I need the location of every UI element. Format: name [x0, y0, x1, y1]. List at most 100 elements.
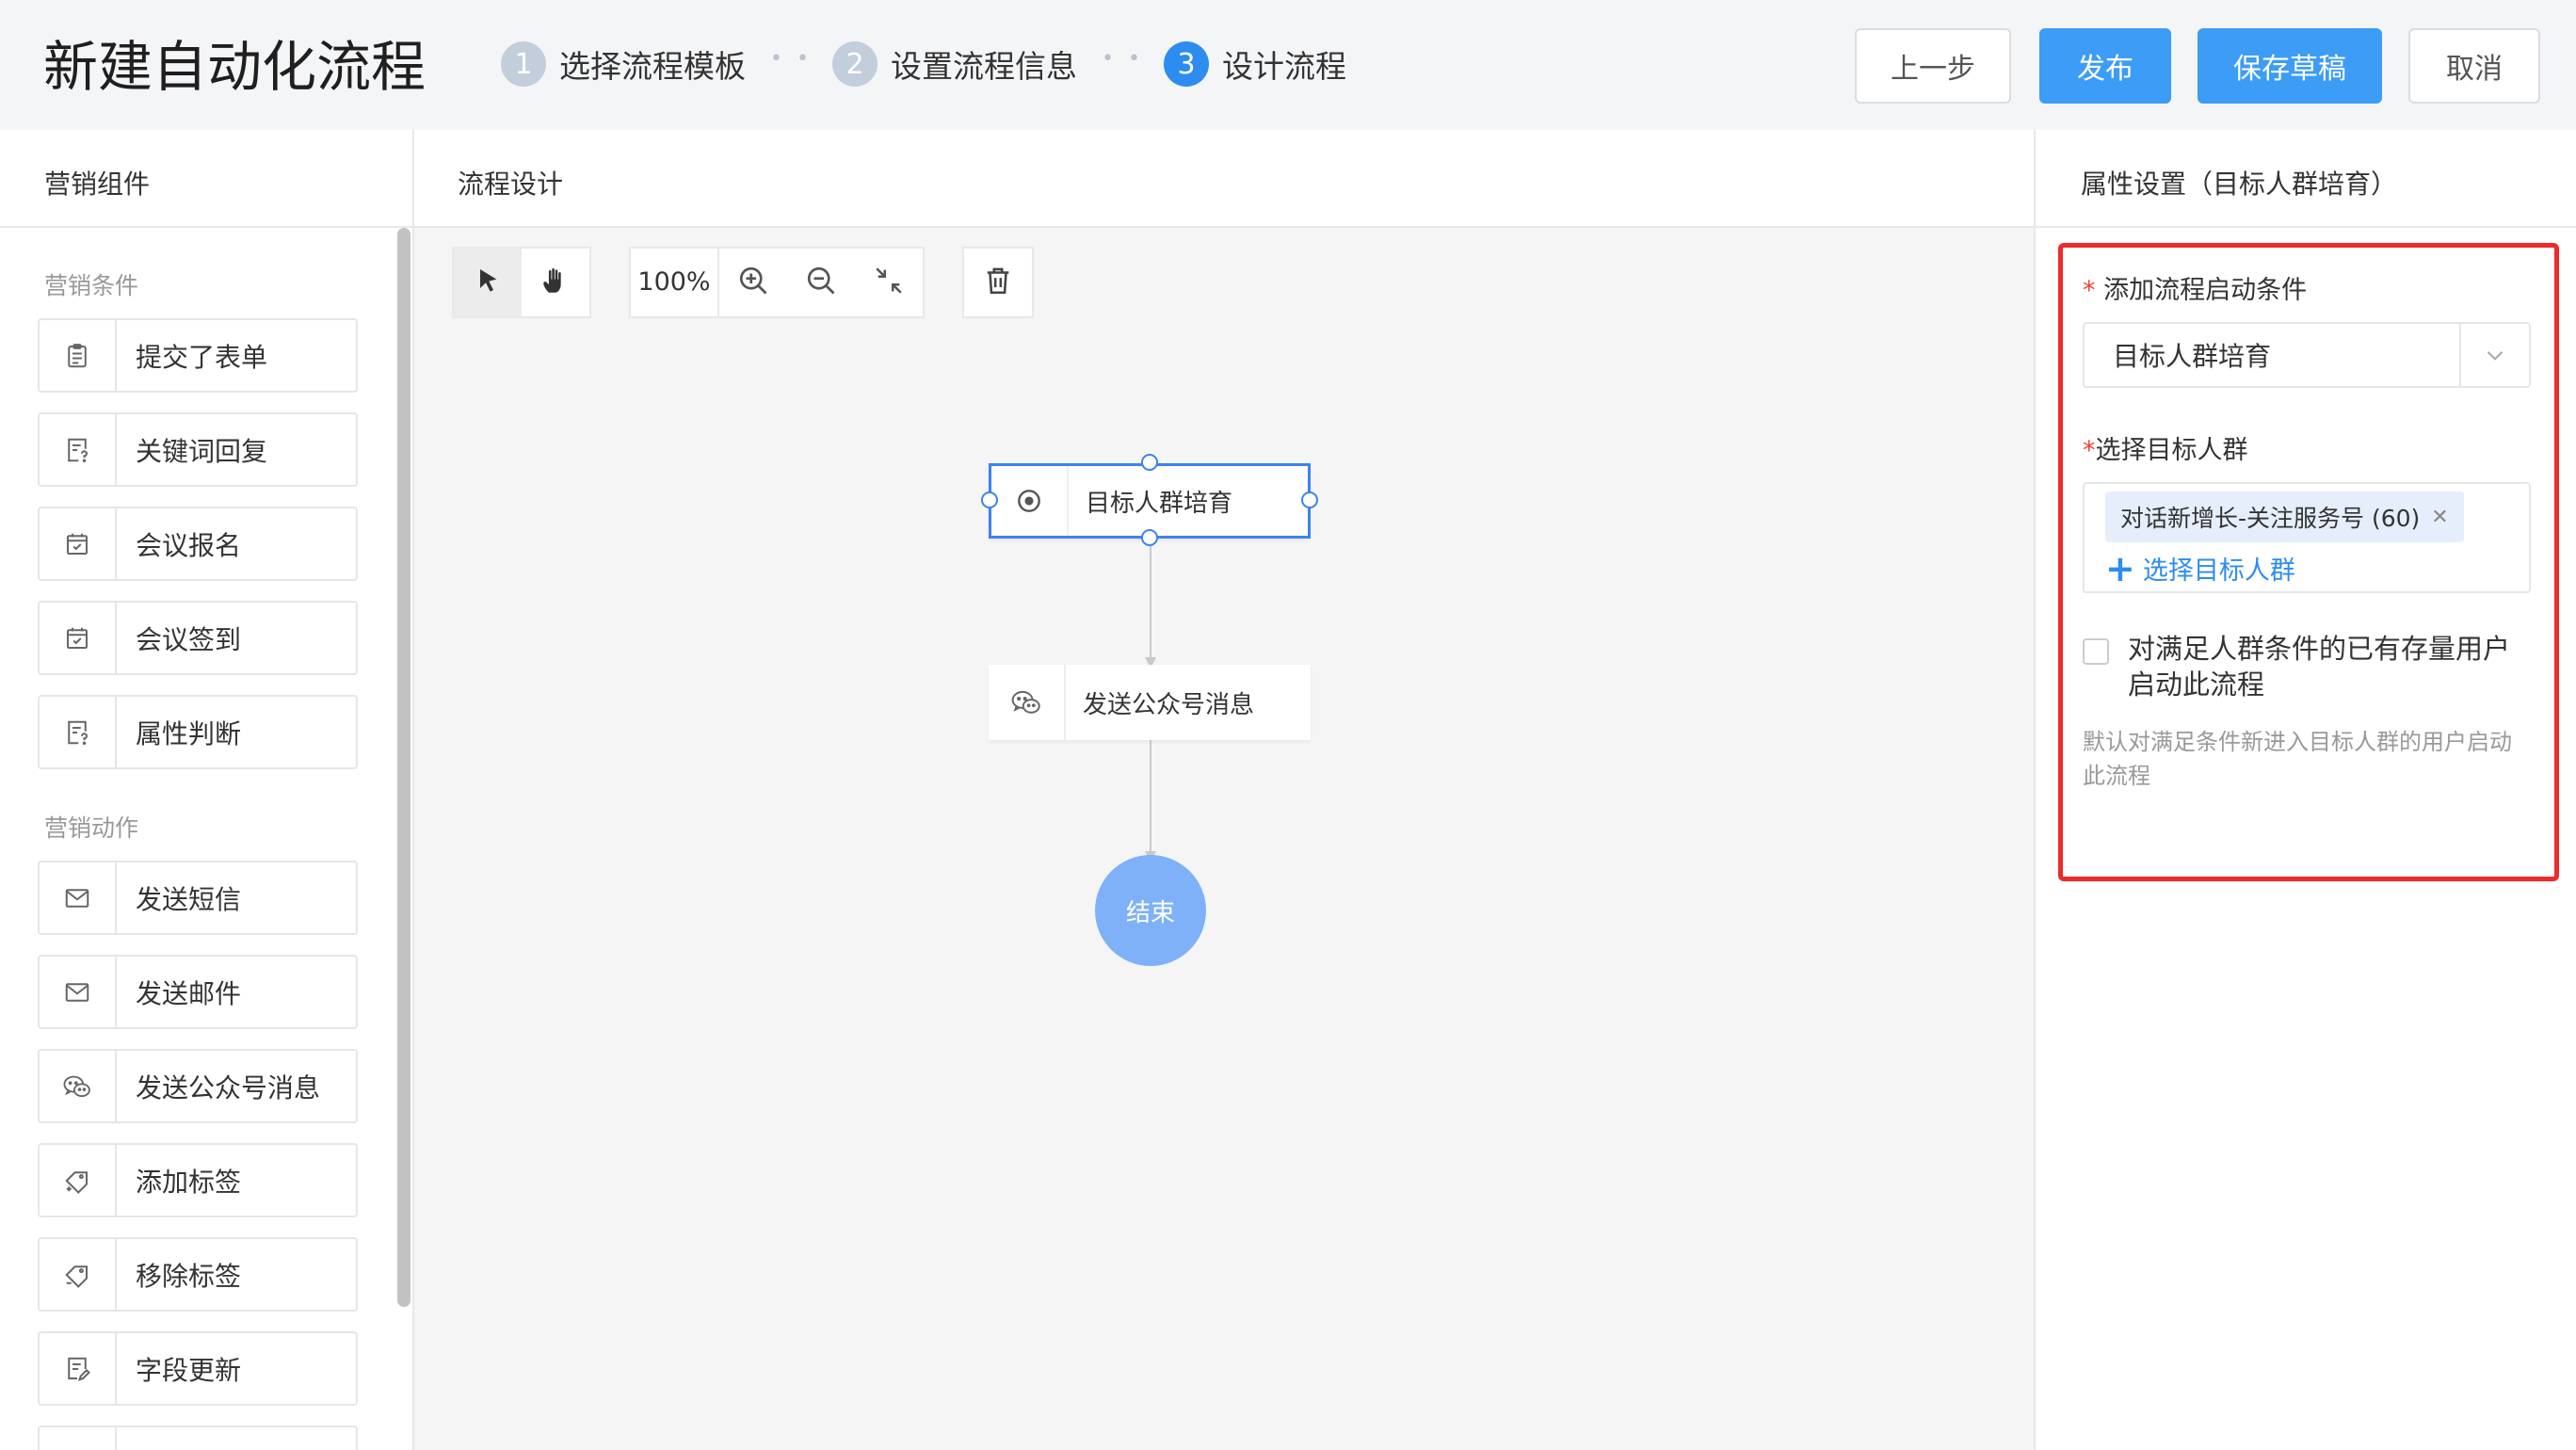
field-update-icon — [40, 1333, 117, 1404]
component-form-submitted[interactable]: 提交了表单 — [38, 318, 358, 393]
zoom-out-icon — [804, 264, 838, 301]
step-1: 1 选择流程模板 — [501, 40, 746, 89]
hand-icon — [539, 265, 572, 300]
page-title: 新建自动化流程 — [43, 35, 427, 99]
trigger-condition-label-text: 添加流程启动条件 — [2103, 276, 2308, 305]
target-audience-box[interactable]: 对话新增长-关注服务号 (60) ✕ + 选择目标人群 — [2083, 482, 2531, 593]
wechat-icon — [40, 1051, 117, 1121]
target-icon — [991, 466, 1069, 536]
keyword-reply-icon — [40, 414, 117, 485]
step-1-number: 1 — [501, 41, 546, 87]
wechat-icon — [989, 665, 1066, 740]
component-label: 提交了表单 — [136, 341, 268, 373]
zoom-out-button[interactable] — [787, 249, 855, 316]
trash-icon — [982, 265, 1014, 300]
component-label: 发送公众号消息 — [136, 1071, 321, 1104]
component-send-sms[interactable]: 发送短信 — [38, 861, 358, 935]
mail-icon — [40, 862, 117, 933]
add-target-audience-link[interactable]: + 选择目标人群 — [2105, 550, 2295, 587]
component-label: 会议签到 — [136, 623, 242, 655]
right-panel-divider — [2034, 130, 2036, 1450]
pan-tool[interactable] — [522, 249, 589, 316]
node-handle-bottom[interactable] — [1141, 529, 1158, 546]
attribute-icon — [40, 697, 117, 767]
step-3-number: 3 — [1164, 41, 1209, 87]
pointer-tools — [452, 247, 591, 318]
component-add-tag[interactable]: 添加标签 — [38, 1143, 358, 1217]
fit-view-button[interactable] — [855, 249, 923, 316]
trigger-condition-label: * 添加流程启动条件 — [2083, 269, 2307, 306]
step-separator: • • — [770, 47, 813, 71]
required-mark: * — [2083, 276, 2096, 305]
node-handle-top[interactable] — [1141, 454, 1158, 471]
node-handle-left[interactable] — [981, 491, 998, 508]
form-icon — [40, 320, 117, 391]
step-separator: • • — [1102, 47, 1144, 71]
audience-tag-label: 对话新增长-关注服务号 (60) — [2120, 505, 2421, 532]
save-draft-button[interactable]: 保存草稿 — [2198, 28, 2382, 104]
step-2-label: 设置流程信息 — [891, 48, 1077, 85]
component-label: 字段更新 — [136, 1354, 242, 1386]
properties-panel-title: 属性设置（目标人群培育） — [2081, 169, 2398, 200]
component-field-update[interactable]: 字段更新 — [38, 1331, 358, 1406]
prev-step-button[interactable]: 上一步 — [1855, 28, 2011, 104]
component-meeting-checkin[interactable]: 会议签到 — [38, 601, 358, 675]
edit-tools — [962, 247, 1034, 318]
component-label: 发送短信 — [136, 883, 242, 915]
group-title-conditions: 营销条件 — [44, 272, 139, 299]
zoom-level: 100% — [631, 249, 719, 316]
zoom-in-button[interactable] — [719, 249, 787, 316]
group-title-actions: 营销动作 — [44, 814, 139, 842]
step-2: 2 设置流程信息 — [832, 40, 1077, 89]
flow-canvas[interactable] — [414, 228, 2034, 1450]
component-label: 关键词回复 — [136, 435, 268, 467]
delete-button[interactable] — [964, 249, 1032, 316]
cancel-button[interactable]: 取消 — [2408, 28, 2540, 104]
component-remove-tag[interactable]: 移除标签 — [38, 1237, 358, 1312]
chevron-down-icon — [2459, 324, 2529, 386]
calendar-check-icon — [40, 603, 117, 673]
flow-node-action[interactable]: 发送公众号消息 — [989, 665, 1311, 740]
component-attribute-judge[interactable]: 属性判断 — [38, 695, 358, 769]
flow-design-title: 流程设计 — [458, 169, 564, 200]
component-send-email[interactable]: 发送邮件 — [38, 955, 358, 1029]
target-audience-label: *选择目标人群 — [2083, 429, 2248, 466]
tag-close-icon[interactable]: ✕ — [2431, 506, 2448, 529]
mail-icon — [40, 957, 117, 1027]
add-target-audience-label: 选择目标人群 — [2142, 556, 2295, 586]
flow-node-end[interactable]: 结束 — [1095, 855, 1206, 966]
step-1-label: 选择流程模板 — [559, 48, 746, 85]
calendar-check-icon — [40, 508, 117, 579]
cursor-arrow-icon — [473, 266, 503, 299]
zoom-tools: 100% — [629, 247, 925, 318]
component-icon — [40, 1427, 117, 1450]
tag-remove-icon — [40, 1239, 117, 1310]
existing-users-hint: 默认对满足条件新进入目标人群的用户启动此流程 — [2083, 729, 2512, 789]
component-label: 移除标签 — [136, 1260, 242, 1292]
trigger-condition-select[interactable]: 目标人群培育 — [2083, 322, 2531, 388]
component-partial[interactable] — [38, 1426, 358, 1450]
trigger-condition-value: 目标人群培育 — [2113, 341, 2272, 372]
node-handle-right[interactable] — [1301, 491, 1318, 508]
component-label: 会议报名 — [136, 529, 242, 561]
components-panel-title: 营销组件 — [44, 169, 151, 200]
flow-node-label: 发送公众号消息 — [1083, 690, 1255, 719]
select-tool[interactable] — [454, 249, 522, 316]
existing-users-checkbox[interactable] — [2083, 638, 2109, 665]
plus-icon: + — [2105, 547, 2135, 589]
zoom-in-icon — [736, 264, 770, 301]
component-label: 属性判断 — [136, 717, 242, 749]
left-panel-scrollbar[interactable] — [397, 228, 411, 1307]
audience-tag: 对话新增长-关注服务号 (60) ✕ — [2105, 491, 2464, 542]
component-send-wechat-message[interactable]: 发送公众号消息 — [38, 1049, 358, 1123]
existing-users-checkbox-label: 对满足人群条件的已有存量用户启动此流程 — [2128, 633, 2511, 701]
flow-node-label: 目标人群培育 — [1086, 489, 1233, 518]
component-label: 添加标签 — [136, 1166, 242, 1198]
component-label: 发送邮件 — [136, 977, 242, 1009]
publish-button[interactable]: 发布 — [2039, 28, 2171, 104]
flow-node-start[interactable]: 目标人群培育 — [989, 463, 1311, 539]
component-meeting-signup[interactable]: 会议报名 — [38, 507, 358, 581]
step-3-label: 设计流程 — [1222, 48, 1346, 85]
required-mark: * — [2083, 436, 2096, 465]
component-keyword-reply[interactable]: 关键词回复 — [38, 412, 358, 487]
